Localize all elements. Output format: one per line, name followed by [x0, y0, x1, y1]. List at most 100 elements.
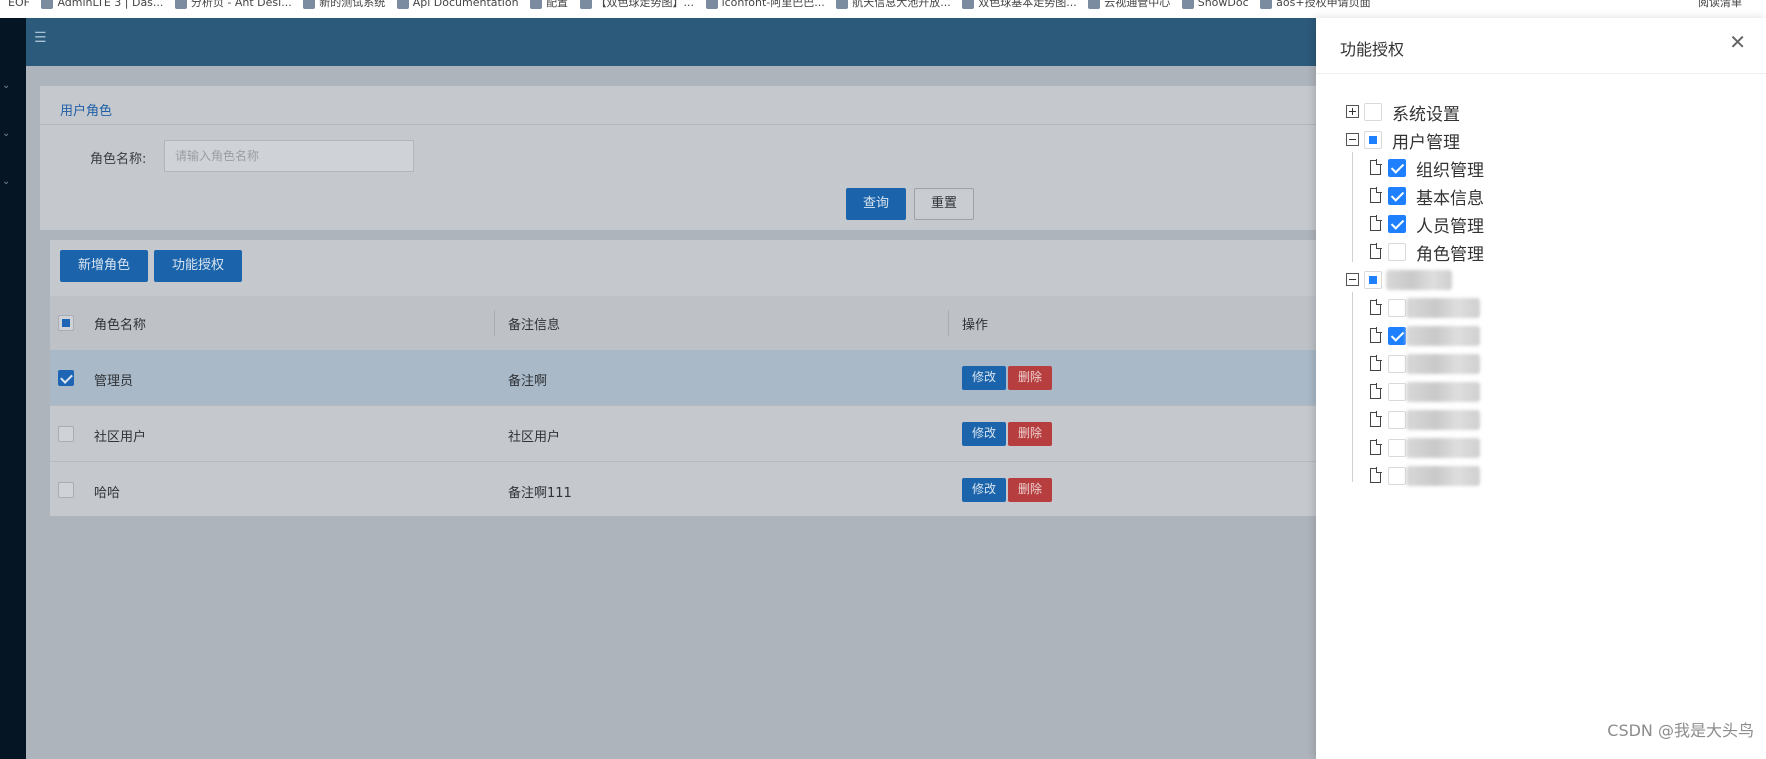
function-auth-drawer: 功能授权 ✕ 系统设置 用户管理 组织管理 基本信息 人员管理 角色管理 CSD…: [1316, 18, 1766, 759]
delete-button[interactable]: 删除: [1008, 478, 1052, 502]
bookmark-item[interactable]: AdminLTE 3 | Das...: [41, 0, 163, 9]
search-panel: 用户角色 角色名称: 请输入角色名称 查询 重置: [40, 86, 1316, 230]
drawer-title: 功能授权: [1340, 40, 1405, 59]
role-name-label: 角色名称:: [90, 152, 147, 167]
tree-node-label: 角色管理: [1416, 245, 1484, 265]
favicon-icon: [303, 0, 316, 9]
tree-checkbox[interactable]: [1388, 187, 1406, 205]
divider: [40, 124, 1316, 125]
bookmark-item[interactable]: 云视通管中心: [1088, 0, 1170, 10]
bookmark-item[interactable]: 【双色球走势图】...: [579, 0, 694, 10]
file-icon: [1370, 243, 1382, 259]
bookmark-item[interactable]: ShowDoc: [1181, 0, 1249, 9]
favicon-icon: [174, 0, 187, 9]
tree-checkbox[interactable]: [1388, 327, 1406, 345]
tree-checkbox[interactable]: [1364, 271, 1382, 289]
reading-list-button[interactable]: 阅读清单: [1698, 0, 1742, 10]
bookmark-item[interactable]: 配置: [530, 0, 568, 10]
tree-checkbox[interactable]: [1388, 355, 1406, 373]
reset-button[interactable]: 重置: [914, 188, 974, 220]
file-icon: [1370, 299, 1382, 315]
bookmark-item[interactable]: 分析页 - Ant Desi...: [174, 0, 292, 10]
chevron-down-icon[interactable]: ⌄: [2, 176, 10, 187]
tree-checkbox[interactable]: [1388, 299, 1406, 317]
tree-node-label: 人员管理: [1416, 217, 1484, 237]
role-name-cell: 社区用户: [94, 430, 147, 445]
bookmark-item[interactable]: Api Documentation: [396, 0, 519, 9]
edit-button[interactable]: 修改: [962, 366, 1006, 390]
file-icon: [1370, 411, 1382, 427]
favicon-icon: [705, 0, 718, 9]
drawer-header: 功能授权 ✕: [1316, 18, 1766, 74]
tree-guide-line: [1352, 292, 1353, 482]
tree-checkbox[interactable]: [1364, 103, 1382, 121]
query-button[interactable]: 查询: [846, 188, 906, 220]
select-all-checkbox[interactable]: [58, 315, 74, 331]
sidebar: ⌄ ⌄ ⌄: [0, 18, 26, 759]
tree-checkbox[interactable]: [1388, 215, 1406, 233]
bookmark-item[interactable]: aos+授权申请页面: [1260, 0, 1371, 10]
tree-checkbox[interactable]: [1364, 131, 1382, 149]
chevron-down-icon[interactable]: ⌄: [2, 80, 10, 91]
tree-checkbox[interactable]: [1388, 243, 1406, 261]
tree-checkbox[interactable]: [1388, 159, 1406, 177]
column-divider: [948, 310, 949, 336]
remark-cell: 备注啊: [508, 374, 548, 389]
bookmark-item[interactable]: 双色球基本走势图...: [962, 0, 1077, 10]
favicon-icon: [396, 0, 409, 9]
file-icon: [1370, 187, 1382, 203]
obscured-label: [1406, 298, 1480, 318]
obscured-label: [1406, 354, 1480, 374]
favicon-icon: [41, 0, 54, 9]
column-header: 备注信息: [508, 318, 561, 333]
role-table-panel: 新增角色 功能授权 角色名称 备注信息 操作 管理员 备注啊 修改 删除 社区用…: [50, 240, 1316, 516]
bookmark-item[interactable]: 航天信息大池开放...: [836, 0, 951, 10]
table-header: 角色名称 备注信息 操作: [50, 296, 1316, 350]
tree-checkbox[interactable]: [1388, 467, 1406, 485]
bookmark-item[interactable]: iconfont-阿里巴巴...: [705, 0, 825, 10]
table-row[interactable]: 哈哈 备注啊111 修改 删除: [50, 462, 1316, 518]
bookmarks-bar: EOF AdminLTE 3 | Das... 分析页 - Ant Desi..…: [0, 0, 1766, 18]
collapse-icon[interactable]: [1346, 133, 1359, 146]
table-row[interactable]: 管理员 备注啊 修改 删除: [50, 350, 1316, 406]
top-header: ☰: [26, 18, 1316, 66]
obscured-label: [1386, 270, 1452, 290]
bookmark-item[interactable]: EOF: [8, 0, 30, 9]
tree-checkbox[interactable]: [1388, 411, 1406, 429]
role-name-input[interactable]: 请输入角色名称: [164, 140, 414, 172]
table-row[interactable]: 社区用户 社区用户 修改 删除: [50, 406, 1316, 462]
function-auth-button[interactable]: 功能授权: [154, 250, 242, 282]
remark-cell: 社区用户: [508, 430, 561, 445]
bookmark-item[interactable]: 新的测试系统: [303, 0, 385, 10]
tree-node-label: 用户管理: [1392, 133, 1460, 153]
file-icon: [1370, 383, 1382, 399]
file-icon: [1370, 467, 1382, 483]
delete-button[interactable]: 删除: [1008, 366, 1052, 390]
file-icon: [1370, 159, 1382, 175]
add-role-button[interactable]: 新增角色: [60, 250, 148, 282]
tree-checkbox[interactable]: [1388, 439, 1406, 457]
column-divider: [494, 310, 495, 336]
favicon-icon: [530, 0, 543, 9]
file-icon: [1370, 215, 1382, 231]
row-checkbox[interactable]: [58, 426, 74, 442]
tree-checkbox[interactable]: [1388, 383, 1406, 401]
edit-button[interactable]: 修改: [962, 478, 1006, 502]
menu-fold-icon[interactable]: ☰: [34, 30, 47, 46]
expand-icon[interactable]: [1346, 105, 1359, 118]
panel-title: 用户角色: [60, 104, 113, 119]
file-icon: [1370, 439, 1382, 455]
edit-button[interactable]: 修改: [962, 422, 1006, 446]
chevron-down-icon[interactable]: ⌄: [2, 128, 10, 139]
remark-cell: 备注啊111: [508, 486, 572, 501]
close-icon[interactable]: ✕: [1729, 32, 1746, 52]
obscured-label: [1406, 410, 1480, 430]
row-checkbox[interactable]: [58, 370, 74, 386]
collapse-icon[interactable]: [1346, 273, 1359, 286]
row-checkbox[interactable]: [58, 482, 74, 498]
main-content: 用户角色 角色名称: 请输入角色名称 查询 重置 新增角色 功能授权 角色名称 …: [26, 66, 1316, 759]
obscured-label: [1406, 382, 1480, 402]
delete-button[interactable]: 删除: [1008, 422, 1052, 446]
tree-node-label: 组织管理: [1416, 161, 1484, 181]
tree-node-label: 系统设置: [1392, 105, 1460, 125]
